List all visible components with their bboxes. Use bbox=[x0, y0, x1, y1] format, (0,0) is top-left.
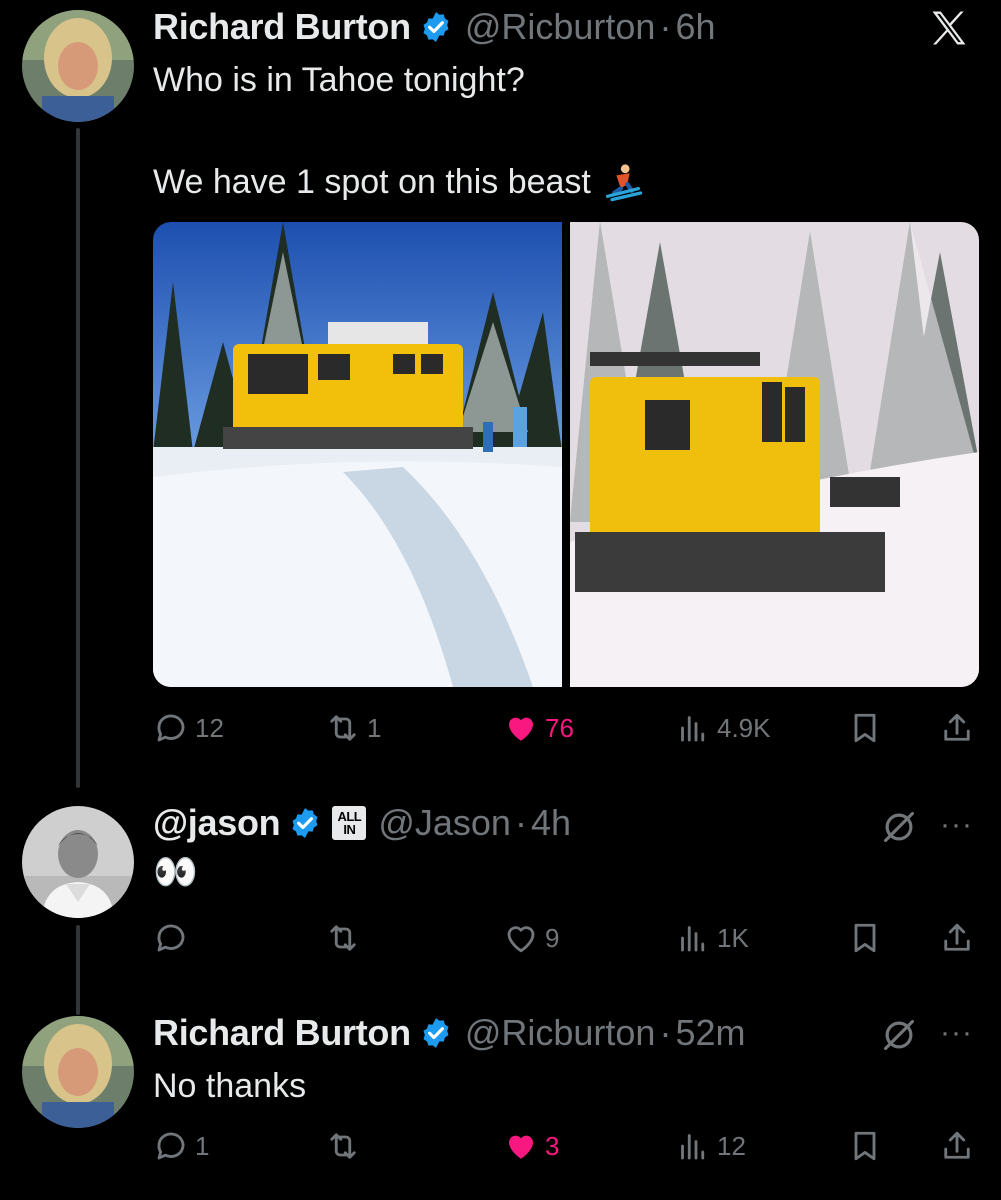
tweet-text-line: Who is in Tahoe tonight? bbox=[153, 61, 525, 99]
views-icon bbox=[681, 926, 705, 952]
reply-icon bbox=[157, 924, 185, 952]
repost-count: 1 bbox=[367, 712, 382, 743]
author-handle[interactable]: @Jason bbox=[378, 802, 511, 844]
share-icon bbox=[944, 713, 970, 741]
reply-button[interactable]: 1 bbox=[153, 1124, 209, 1168]
separator: · bbox=[659, 1012, 672, 1053]
bookmark-icon bbox=[854, 713, 876, 743]
view-count: 12 bbox=[717, 1130, 746, 1161]
reply-button[interactable] bbox=[153, 916, 195, 960]
tweet-actions: 1 3 12 bbox=[153, 1124, 981, 1168]
views-button[interactable]: 1K bbox=[675, 916, 749, 960]
reply-button[interactable]: 12 bbox=[153, 706, 224, 750]
tweet-text: We have 1 spot on this beast bbox=[153, 163, 591, 201]
repost-button[interactable]: 1 bbox=[325, 706, 381, 750]
repost-icon bbox=[330, 1133, 356, 1159]
tweet-text-line: We have 1 spot on this beast bbox=[153, 160, 645, 204]
tweet-header: Richard Burton @Ricburton · 52m bbox=[153, 1012, 745, 1054]
heart-outline-icon bbox=[507, 926, 535, 953]
affiliate-badge-line: IN bbox=[343, 822, 356, 837]
like-count: 76 bbox=[545, 712, 574, 743]
verified-badge-icon bbox=[423, 12, 449, 42]
share-icon bbox=[944, 923, 970, 951]
reply-icon bbox=[157, 714, 185, 742]
view-count: 4.9K bbox=[717, 712, 771, 743]
more-options-button[interactable]: ··· bbox=[940, 1016, 973, 1050]
like-count: 9 bbox=[545, 922, 560, 953]
tweet-header: @jason ALL IN @Jason · 4h bbox=[153, 802, 571, 844]
x-logo-icon[interactable] bbox=[927, 6, 971, 50]
bookmark-icon bbox=[854, 923, 876, 953]
media-photo-2[interactable] bbox=[570, 222, 979, 687]
tweet-header: Richard Burton @Ricburton · 6h bbox=[153, 6, 715, 48]
more-options-button[interactable]: ··· bbox=[940, 808, 973, 842]
bookmark-button[interactable] bbox=[847, 706, 883, 750]
avatar[interactable] bbox=[22, 1016, 134, 1128]
timestamp[interactable]: 52m bbox=[675, 1012, 745, 1054]
verified-badge-icon bbox=[292, 808, 318, 838]
author-handle[interactable]: @Ricburton bbox=[465, 1012, 656, 1054]
share-button[interactable] bbox=[939, 916, 975, 960]
tweet-actions: 12 1 76 4.9K bbox=[153, 706, 981, 750]
views-icon bbox=[681, 716, 705, 742]
timestamp[interactable]: 6h bbox=[675, 6, 715, 48]
reply-count: 1 bbox=[195, 1130, 210, 1161]
thread-line bbox=[76, 925, 80, 1015]
avatar[interactable] bbox=[22, 10, 134, 122]
grok-icon[interactable] bbox=[880, 808, 918, 846]
repost-icon bbox=[330, 715, 356, 741]
heart-filled-icon bbox=[509, 717, 533, 741]
view-count: 1K bbox=[717, 922, 749, 953]
views-icon bbox=[681, 1134, 705, 1160]
separator: · bbox=[514, 802, 527, 843]
views-button[interactable]: 4.9K bbox=[675, 706, 771, 750]
reply-icon bbox=[157, 1132, 185, 1160]
bookmark-button[interactable] bbox=[847, 916, 883, 960]
verified-badge-icon bbox=[423, 1018, 449, 1048]
author-name[interactable]: Richard Burton bbox=[153, 6, 411, 48]
share-button[interactable] bbox=[939, 1124, 975, 1168]
heart-filled-icon bbox=[509, 1135, 533, 1159]
author-name[interactable]: Richard Burton bbox=[153, 1012, 411, 1054]
repost-button[interactable] bbox=[325, 916, 367, 960]
author-handle[interactable]: @Ricburton bbox=[465, 6, 656, 48]
skier-emoji-icon bbox=[605, 164, 643, 202]
bookmark-button[interactable] bbox=[847, 1124, 883, 1168]
like-button[interactable]: 9 bbox=[503, 916, 559, 960]
reply-count: 12 bbox=[195, 712, 224, 743]
author-name[interactable]: @jason bbox=[153, 802, 281, 844]
thread-line bbox=[76, 128, 80, 788]
avatar[interactable] bbox=[22, 806, 134, 918]
tweet-media[interactable] bbox=[153, 222, 979, 687]
like-count: 3 bbox=[545, 1130, 560, 1161]
like-button[interactable]: 3 bbox=[503, 1124, 559, 1168]
affiliate-badge[interactable]: ALL IN bbox=[332, 806, 367, 840]
bookmark-icon bbox=[854, 1131, 876, 1161]
views-button[interactable]: 12 bbox=[675, 1124, 746, 1168]
repost-button[interactable] bbox=[325, 1124, 367, 1168]
tweet-text: 👀 bbox=[153, 851, 198, 892]
share-icon bbox=[944, 1131, 970, 1159]
timestamp[interactable]: 4h bbox=[531, 802, 571, 844]
media-photo-1[interactable] bbox=[153, 222, 562, 687]
separator: · bbox=[659, 6, 672, 47]
tweet-actions: 9 1K bbox=[153, 916, 981, 960]
share-button[interactable] bbox=[939, 706, 975, 750]
like-button[interactable]: 76 bbox=[503, 706, 574, 750]
tweet-text: No thanks bbox=[153, 1067, 307, 1105]
grok-icon[interactable] bbox=[880, 1016, 918, 1054]
repost-icon bbox=[330, 925, 356, 951]
